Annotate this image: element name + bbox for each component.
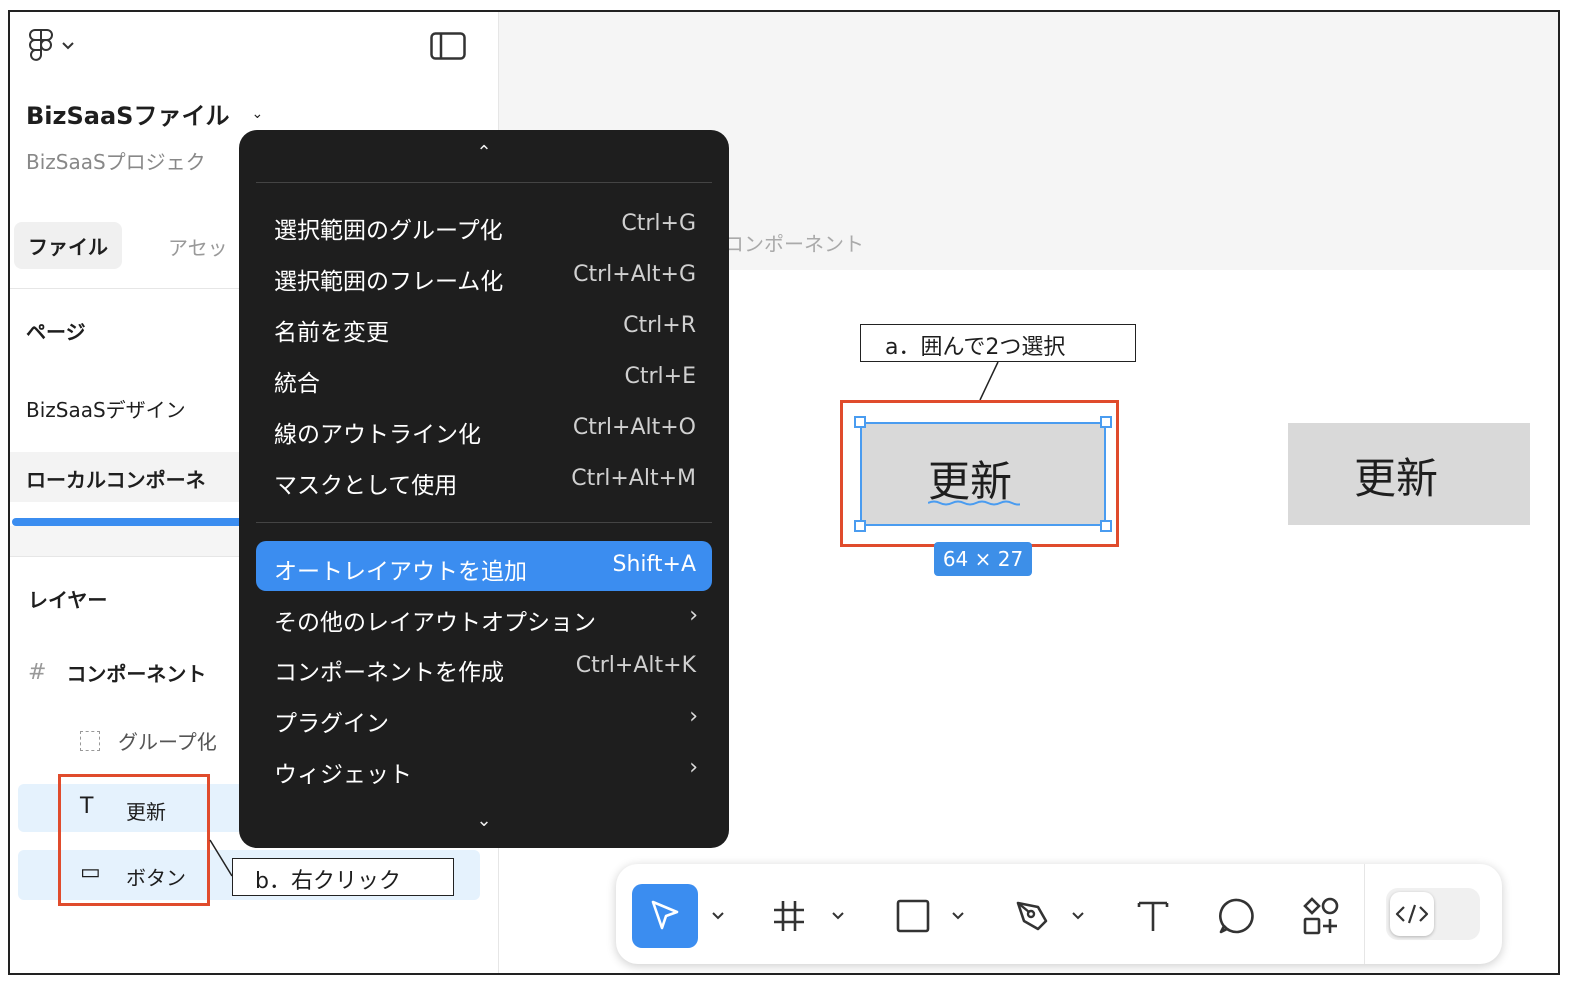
frame-icon [774, 901, 804, 931]
menu-item-flatten[interactable]: 統合 Ctrl+E [256, 353, 712, 403]
menu-item-shortcut: Ctrl+R [623, 313, 696, 338]
chevron-right-icon: › [689, 755, 698, 780]
menu-item-label: 線のアウトライン化 [274, 422, 481, 448]
resize-handle-bottom-right[interactable] [1100, 520, 1112, 532]
app-window: BizSaaSファイル ⌄ BizSaaSプロジェク ファイル アセッ ページ … [8, 10, 1560, 975]
move-tool-dropdown[interactable] [708, 884, 728, 948]
menu-item-label: 選択範囲のフレーム化 [274, 269, 504, 295]
annotation-callout-b: b．右クリック [232, 858, 454, 896]
dev-mode-knob [1390, 892, 1434, 936]
resize-handle-bottom-left[interactable] [854, 520, 866, 532]
frame-tool-button[interactable] [764, 884, 814, 948]
text-tool-button[interactable] [1128, 884, 1178, 948]
selected-button-component[interactable]: 更新 [860, 422, 1106, 526]
menu-item-label: ウィジェット [274, 762, 412, 788]
pen-tool-dropdown[interactable] [1068, 884, 1088, 948]
menu-divider [256, 182, 712, 183]
menu-item-shortcut: Ctrl+Alt+M [571, 466, 696, 491]
menu-item-frame-selection[interactable]: 選択範囲のフレーム化 Ctrl+Alt+G [256, 251, 712, 301]
comment-tool-button[interactable] [1212, 884, 1262, 948]
menu-item-label: 選択範囲のグループ化 [274, 218, 503, 244]
chevron-up-icon[interactable]: ⌃ [239, 142, 729, 163]
menu-item-label: その他のレイアウトオプション [274, 610, 596, 636]
spellcheck-underline [928, 500, 1020, 506]
menu-item-shortcut: Ctrl+Alt+O [572, 415, 696, 440]
menu-item-label: 名前を変更 [274, 320, 389, 346]
dev-mode-toggle[interactable] [1386, 888, 1480, 940]
bottom-toolbar [616, 864, 1502, 964]
code-icon [1395, 904, 1429, 924]
menu-divider [256, 522, 712, 523]
context-menu: ⌃ 選択範囲のグループ化 Ctrl+G 選択範囲のフレーム化 Ctrl+Alt+… [239, 130, 729, 848]
chevron-down-icon[interactable]: ⌄ [239, 810, 729, 831]
menu-item-label: オートレイアウトを追加 [274, 559, 527, 585]
menu-item-outline-stroke[interactable]: 線のアウトライン化 Ctrl+Alt+O [256, 404, 712, 454]
button-component-copy[interactable]: 更新 [1288, 423, 1530, 525]
resources-icon [1303, 897, 1339, 935]
resize-handle-top-left[interactable] [854, 416, 866, 428]
chevron-right-icon: › [689, 704, 698, 729]
shape-tool-dropdown[interactable] [948, 884, 968, 948]
comment-bubble-icon [1219, 898, 1254, 934]
toolbar-divider [1364, 864, 1365, 964]
size-badge: 64 × 27 [934, 542, 1032, 576]
menu-item-label: マスクとして使用 [274, 473, 458, 499]
menu-item-group-selection[interactable]: 選択範囲のグループ化 Ctrl+G [256, 200, 712, 250]
menu-item-plugins[interactable]: プラグイン › [256, 693, 712, 743]
resources-tool-button[interactable] [1296, 884, 1346, 948]
resize-handle-top-right[interactable] [1100, 416, 1112, 428]
menu-item-label: コンポーネントを作成 [274, 660, 504, 686]
button-text: 更新 [1354, 454, 1439, 503]
menu-item-label: 統合 [274, 371, 320, 397]
menu-item-widgets[interactable]: ウィジェット › [256, 744, 712, 794]
frame-tool-dropdown[interactable] [828, 884, 848, 948]
menu-item-use-as-mask[interactable]: マスクとして使用 Ctrl+Alt+M [256, 455, 712, 505]
chevron-down-icon [712, 912, 724, 920]
cursor-arrow-icon [651, 900, 679, 930]
menu-item-more-layout-options[interactable]: その他のレイアウトオプション › [256, 592, 712, 642]
menu-item-shortcut: Ctrl+G [621, 211, 696, 236]
menu-item-shortcut: Ctrl+Alt+G [573, 262, 696, 287]
menu-item-create-component[interactable]: コンポーネントを作成 Ctrl+Alt+K [256, 642, 712, 692]
menu-item-shortcut: Ctrl+Alt+K [575, 653, 696, 678]
chevron-down-icon [952, 912, 964, 920]
menu-item-shortcut: Ctrl+E [624, 364, 696, 389]
annotation-callout-a: a．囲んで2つ選択 [860, 324, 1136, 362]
chevron-down-icon [1072, 912, 1084, 920]
rectangle-icon [896, 899, 930, 933]
text-icon [1137, 901, 1169, 931]
menu-item-shortcut: Shift+A [612, 552, 697, 577]
chevron-right-icon: › [689, 603, 698, 628]
menu-item-rename[interactable]: 名前を変更 Ctrl+R [256, 302, 712, 352]
shape-tool-button[interactable] [888, 884, 938, 948]
menu-item-label: プラグイン [274, 711, 389, 737]
menu-item-add-auto-layout[interactable]: オートレイアウトを追加 Shift+A [256, 541, 712, 591]
pen-icon [1016, 901, 1048, 931]
pen-tool-button[interactable] [1008, 884, 1058, 948]
move-tool-button[interactable] [632, 884, 698, 948]
chevron-down-icon [832, 912, 844, 920]
